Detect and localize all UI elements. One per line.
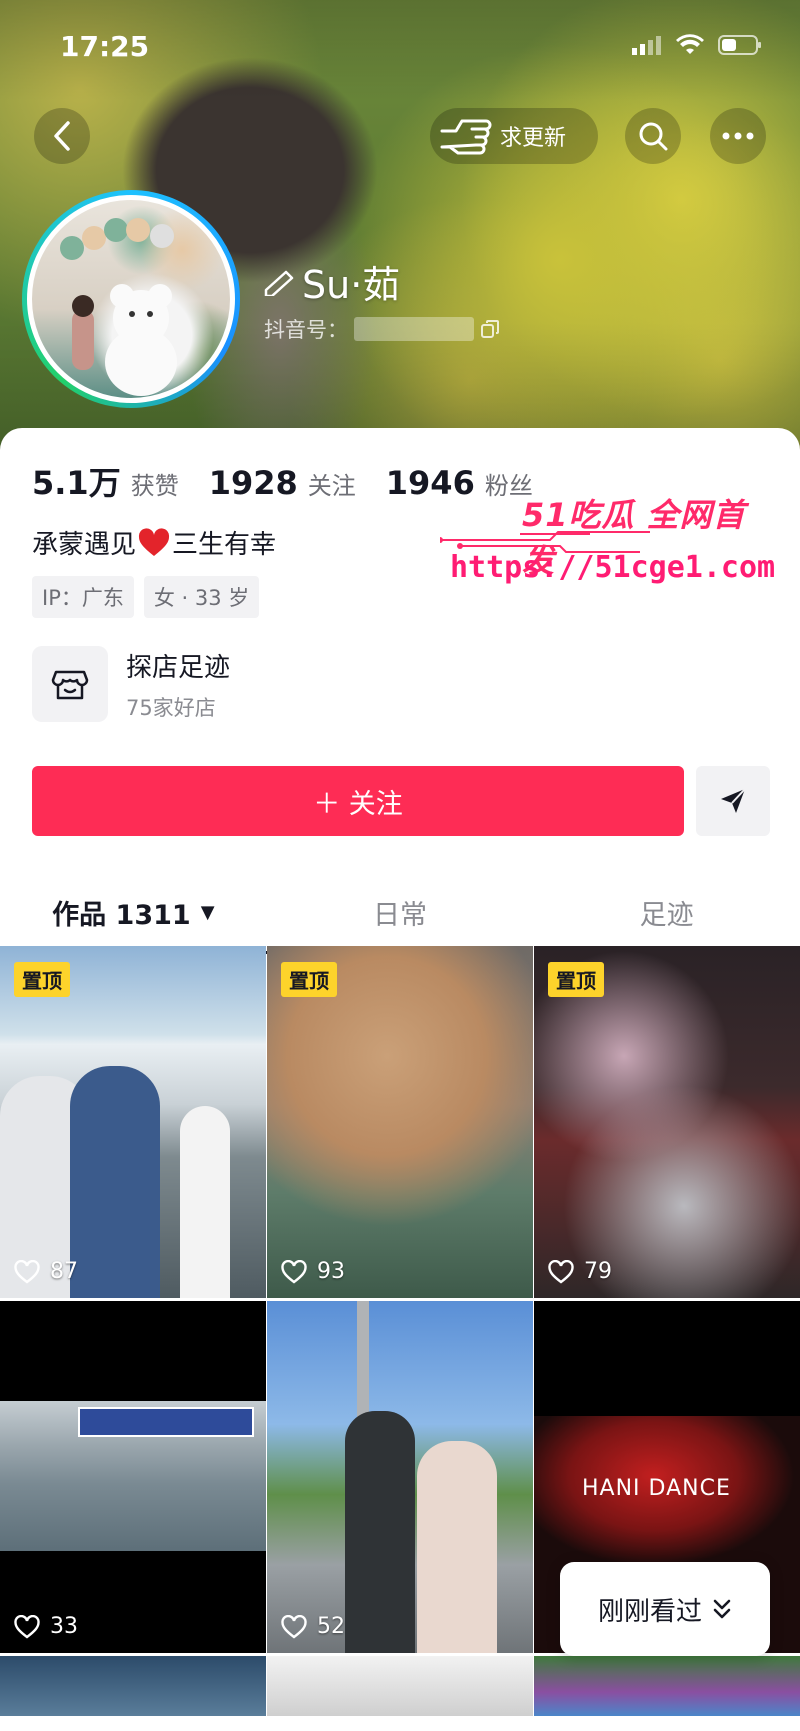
more-dots-icon (722, 132, 754, 140)
like-count: 87 (14, 1259, 78, 1284)
video-thumbnail[interactable]: 置顶 93 (267, 946, 533, 1298)
ip-location-tag: IP：广东 (32, 576, 134, 618)
recently-viewed-button[interactable]: 刚刚看过 (560, 1562, 770, 1656)
thumbnail-banner (78, 1407, 254, 1437)
like-count: 93 (281, 1259, 345, 1284)
shop-title: 探店足迹 (126, 652, 231, 683)
battery-icon (718, 35, 761, 55)
request-update-label: 求更新 (500, 126, 567, 151)
status-bar: 17:25 (0, 0, 800, 90)
cellular-signal-icon (632, 36, 661, 55)
heart-emoji-icon (138, 527, 170, 556)
profile-name: Su·茹 (262, 254, 400, 309)
heart-outline-icon (14, 1259, 40, 1284)
like-count-value: 52 (317, 1614, 345, 1639)
tab-footprints-label: 足迹 (639, 899, 694, 931)
tab-footprints[interactable]: 足迹 (533, 880, 800, 944)
like-count-value: 33 (50, 1614, 78, 1639)
douyin-id-label: 抖音号： (264, 318, 348, 342)
pointing-hand-icon (440, 119, 492, 155)
profile-tags: IP：广东 女 · 33 岁 (32, 576, 260, 618)
pinned-badge: 置顶 (281, 962, 337, 997)
video-thumbnail[interactable]: 置顶 87 (0, 946, 266, 1298)
bio-suffix: 三生有幸 (172, 530, 277, 560)
heart-outline-icon (548, 1259, 574, 1284)
watermark-url: https://51cge1.com (450, 550, 776, 585)
shop-icon-container (32, 646, 108, 722)
thumbnail-figure (70, 1066, 160, 1298)
stat-likes[interactable]: 5.1万 获赞 (32, 458, 179, 504)
pinned-badge: 置顶 (14, 962, 70, 997)
wifi-icon (676, 34, 704, 54)
heart-outline-icon (281, 1259, 307, 1284)
like-count-value: 79 (584, 1259, 612, 1284)
avatar-image (27, 195, 235, 403)
status-icons (632, 34, 762, 56)
send-message-button[interactable] (696, 766, 770, 836)
follow-button[interactable]: ＋ 关注 (32, 766, 684, 836)
recently-viewed-label: 刚刚看过 (597, 1596, 702, 1627)
pinned-badge: 置顶 (548, 962, 604, 997)
like-count-value: 93 (317, 1259, 345, 1284)
video-thumbnail[interactable] (267, 1656, 533, 1716)
request-update-button[interactable]: 求更新 (430, 108, 598, 164)
heart-outline-icon (281, 1614, 307, 1639)
stat-likes-number: 5.1万 (32, 464, 121, 502)
video-thumbnail[interactable]: 52 (267, 1301, 533, 1653)
tab-works-label: 作品 1311 (52, 899, 191, 931)
douyin-id[interactable]: 抖音号： (264, 314, 500, 344)
like-count: 33 (14, 1614, 78, 1639)
gender-age-tag: 女 · 33 岁 (143, 576, 260, 618)
shop-visits-entry[interactable]: 探店足迹 75家好店 (32, 646, 230, 722)
store-icon (51, 670, 89, 700)
stat-following[interactable]: 1928 关注 (209, 464, 356, 502)
double-chevron-down-icon (713, 1599, 731, 1619)
thumbnail-figure (417, 1441, 497, 1653)
watermark-overlay: 51吃瓜 全网首发 https://51cge1.com (440, 490, 775, 610)
caret-down-icon: ▼ (200, 901, 215, 923)
paper-plane-icon (721, 788, 746, 813)
search-button[interactable] (625, 108, 681, 164)
status-time: 17:25 (60, 30, 150, 63)
tab-works[interactable]: 作品 1311 ▼ (0, 880, 267, 954)
pencil-icon (264, 270, 294, 296)
chevron-left-icon (54, 121, 70, 151)
like-count: 79 (548, 1259, 612, 1284)
douyin-id-redacted (354, 317, 474, 341)
avatar[interactable] (22, 190, 240, 408)
like-count-value: 87 (50, 1259, 78, 1284)
profile-name-text: Su·茹 (302, 263, 401, 307)
shop-subtitle: 75家好店 (126, 695, 216, 720)
video-thumbnail[interactable]: 置顶 79 (534, 946, 800, 1298)
tab-daily-label: 日常 (373, 899, 427, 931)
heart-outline-icon (14, 1614, 40, 1639)
video-thumbnail[interactable] (0, 1656, 266, 1716)
back-button[interactable] (34, 108, 90, 164)
bio-prefix: 承蒙遇见 (32, 530, 137, 560)
search-icon (639, 122, 668, 151)
copy-icon[interactable] (480, 319, 500, 339)
like-count: 52 (281, 1614, 345, 1639)
thumbnail-figure (180, 1106, 230, 1298)
video-thumbnail[interactable] (534, 1656, 800, 1716)
teddy-bear-illustration (60, 218, 177, 396)
thumbnail-overlay-text: HANI DANCE (582, 1476, 731, 1501)
tab-daily[interactable]: 日常 (267, 880, 534, 944)
more-options-button[interactable] (710, 108, 766, 164)
profile-bio: 承蒙遇见 三生有幸 (32, 524, 276, 561)
stat-likes-label: 获赞 (130, 472, 179, 500)
stat-following-number: 1928 (208, 464, 298, 502)
video-thumbnail[interactable]: 33 (0, 1301, 266, 1653)
thumbnail-figure (345, 1411, 415, 1653)
stat-following-label: 关注 (307, 472, 356, 500)
content-tabs: 作品 1311 ▼ 日常 足迹 (0, 880, 800, 954)
